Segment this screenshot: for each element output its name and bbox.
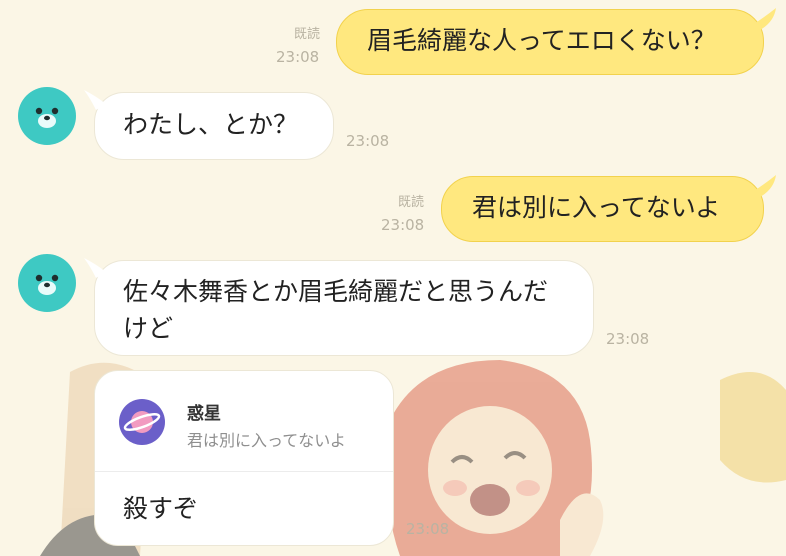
- message-time: 23:08: [276, 48, 320, 66]
- quoted-sender-name: 惑星: [187, 404, 221, 424]
- message-time: 23:08: [606, 330, 650, 348]
- message-time: 23:08: [346, 132, 390, 150]
- read-receipt: 既読: [398, 195, 425, 210]
- message-text: 殺すぞ: [123, 494, 199, 523]
- message-text-line: けど: [123, 314, 174, 343]
- message-bubble-mine[interactable]: 眉毛綺麗な人ってエロくない？: [336, 9, 764, 75]
- bear-face-icon: [35, 107, 59, 128]
- bubble-tail: [84, 258, 106, 278]
- message-time: 23:08: [381, 216, 425, 234]
- message-time: 23:08: [406, 520, 450, 538]
- avatar[interactable]: [18, 254, 76, 312]
- message-text: 君は別に入ってないよ: [472, 193, 721, 222]
- avatar[interactable]: [18, 87, 76, 145]
- message-text: 眉毛綺麗な人ってエロくない？: [367, 26, 716, 55]
- message-text-line: 佐々木舞香とか眉毛綺麗だと思うんだ: [123, 277, 549, 306]
- quoted-message-text: 君は別に入ってないよ: [187, 431, 346, 450]
- message-bubble-theirs[interactable]: わたし、とか？: [94, 92, 334, 160]
- bear-face-icon: [35, 274, 59, 295]
- bubble-tail: [84, 90, 106, 110]
- message-bubble-mine[interactable]: 君は別に入ってないよ: [441, 176, 764, 242]
- divider: [95, 471, 393, 472]
- planet-icon: [119, 399, 165, 445]
- bubble-tail: [754, 175, 776, 197]
- message-text: わたし、とか？: [123, 110, 299, 139]
- reply-message-card[interactable]: 惑星 君は別に入ってないよ 殺すぞ: [94, 370, 394, 546]
- message-bubble-theirs[interactable]: 佐々木舞香とか眉毛綺麗だと思うんだ けど: [94, 260, 594, 356]
- bubble-tail: [754, 8, 776, 30]
- read-receipt: 既読: [294, 27, 321, 42]
